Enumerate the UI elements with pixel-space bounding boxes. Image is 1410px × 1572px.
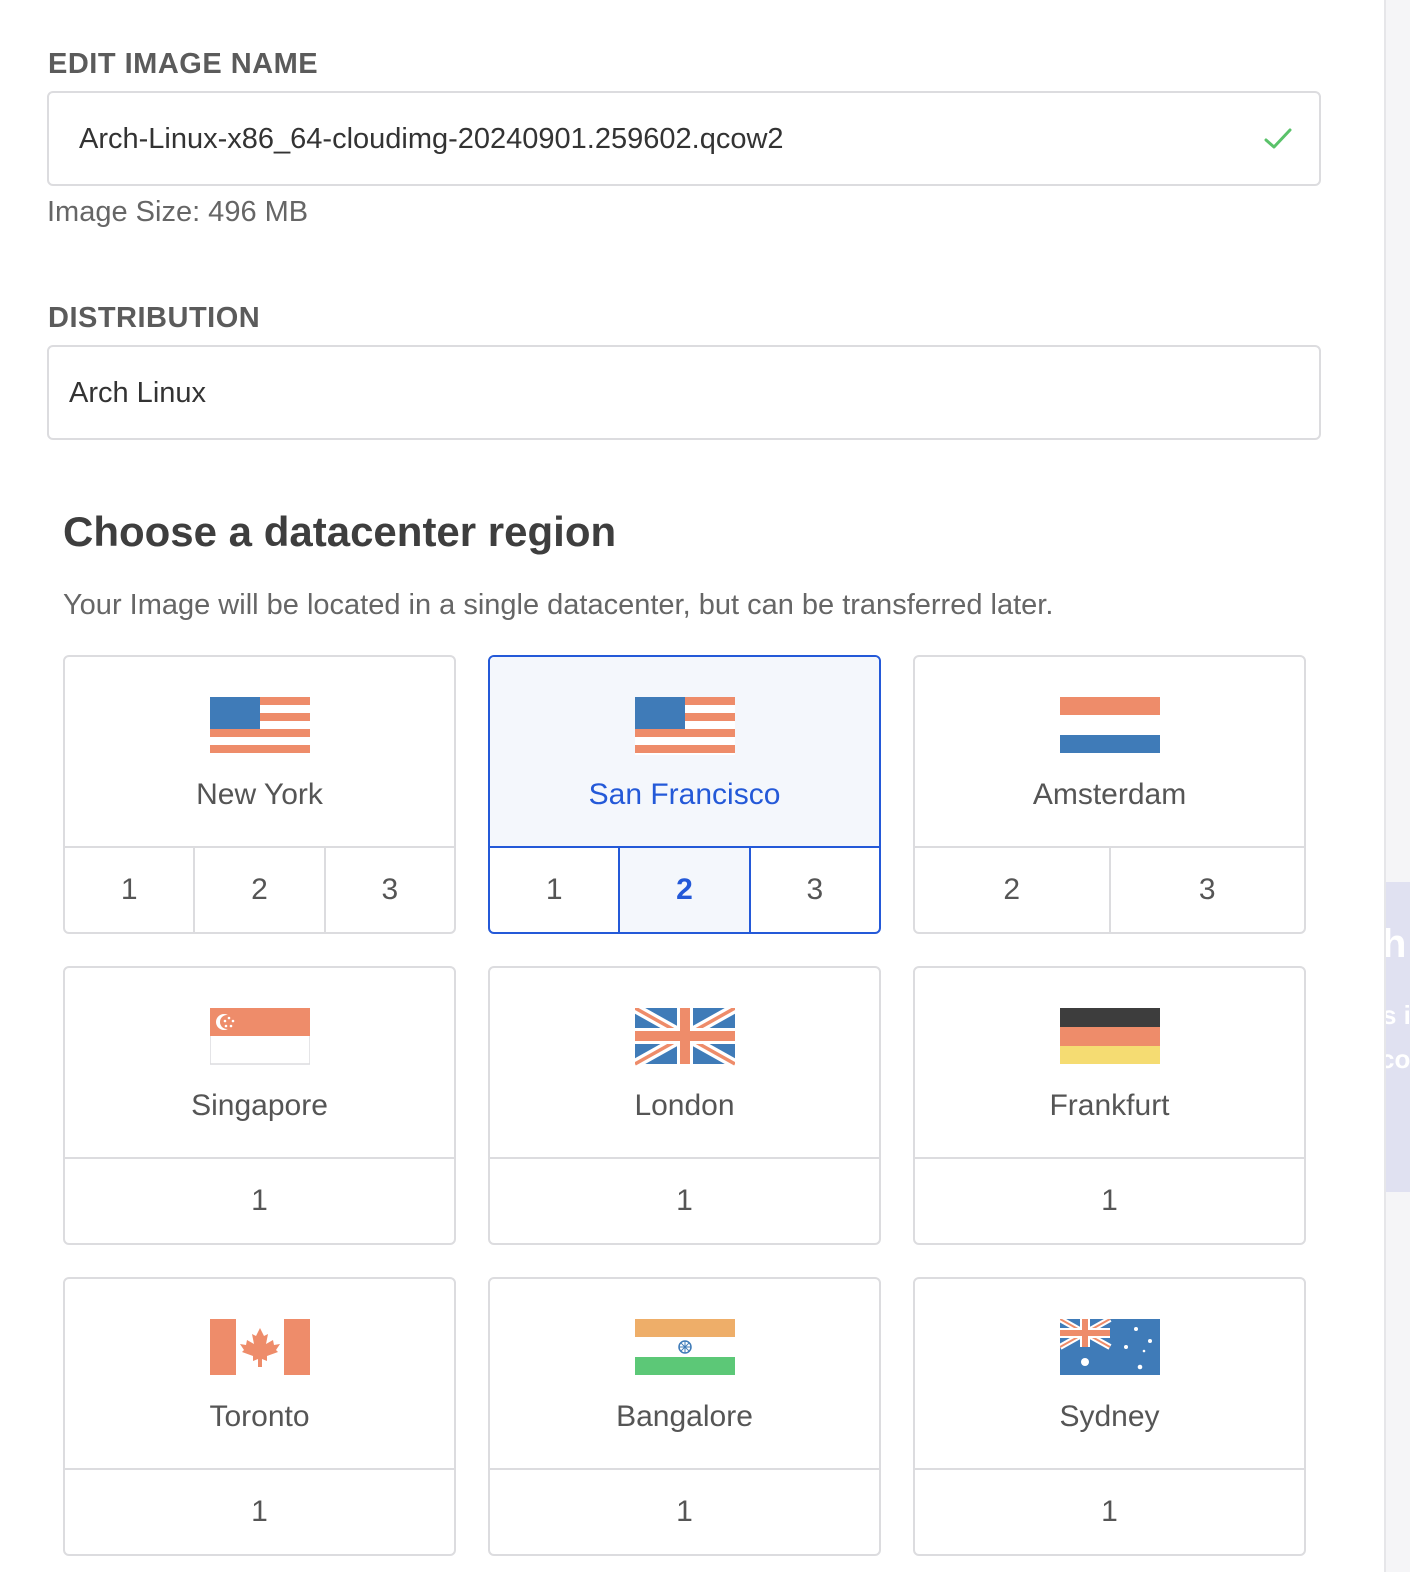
image-size-hint: Image Size: 496 MB (47, 196, 309, 228)
germany-flag-icon (1059, 1008, 1160, 1066)
region-card-bangalore[interactable]: Bangalore 1 (488, 1277, 881, 1556)
region-card-toronto[interactable]: Toronto 1 (63, 1277, 456, 1556)
uk-flag-icon (634, 1008, 735, 1066)
datacenter-option-bangalore-1[interactable]: 1 (490, 1470, 879, 1554)
region-header[interactable]: Sydney (915, 1279, 1304, 1468)
region-name: London (634, 1089, 735, 1122)
australia-flag-icon (1059, 1319, 1160, 1377)
datacenter-options: 1 (915, 1468, 1304, 1554)
region-name: New York (196, 778, 323, 811)
singapore-flag-icon (209, 1008, 310, 1066)
region-header[interactable]: Amsterdam (915, 657, 1304, 846)
image-name-input[interactable] (77, 93, 1221, 186)
distribution-input[interactable] (67, 347, 1271, 440)
datacenter-option-london-1[interactable]: 1 (490, 1159, 879, 1243)
region-header[interactable]: Toronto (65, 1279, 454, 1468)
region-card-frankfurt[interactable]: Frankfurt 1 (913, 966, 1306, 1245)
datacenter-option-new-york-1[interactable]: 1 (65, 848, 193, 932)
datacenter-options: 1 (65, 1157, 454, 1243)
datacenter-option-toronto-1[interactable]: 1 (65, 1470, 454, 1554)
datacenter-option-new-york-2[interactable]: 2 (193, 848, 323, 932)
usa-flag-icon (209, 697, 310, 755)
usa-flag-icon (634, 697, 735, 755)
region-card-amsterdam[interactable]: Amsterdam 2 3 (913, 655, 1306, 934)
region-card-new-york[interactable]: New York 1 2 3 (63, 655, 456, 934)
region-header[interactable]: New York (65, 657, 454, 846)
datacenter-options: 1 (65, 1468, 454, 1554)
region-header[interactable]: Bangalore (490, 1279, 879, 1468)
region-header[interactable]: Singapore (65, 968, 454, 1157)
region-card-singapore[interactable]: Singapore 1 (63, 966, 456, 1245)
scrollbar-track[interactable] (1384, 0, 1410, 1572)
region-header[interactable]: San Francisco (490, 657, 879, 846)
region-name: Frankfurt (1049, 1089, 1170, 1122)
datacenter-option-sydney-1[interactable]: 1 (915, 1470, 1304, 1554)
region-card-san-francisco[interactable]: San Francisco 1 2 3 (488, 655, 881, 934)
region-name: Singapore (191, 1089, 328, 1122)
datacenter-option-amsterdam-2[interactable]: 2 (915, 848, 1109, 932)
section-subtitle: Your Image will be located in a single d… (63, 589, 1054, 621)
region-card-sydney[interactable]: Sydney 1 (913, 1277, 1306, 1556)
region-name: Sydney (1059, 1400, 1160, 1433)
distribution-label: DISTRIBUTION (48, 302, 261, 334)
datacenter-options: 123 (65, 846, 454, 932)
region-name: Toronto (209, 1400, 310, 1433)
datacenter-option-new-york-3[interactable]: 3 (323, 848, 454, 932)
datacenter-option-san-francisco-1[interactable]: 1 (490, 848, 618, 932)
region-name: Bangalore (616, 1400, 753, 1433)
region-header[interactable]: Frankfurt (915, 968, 1304, 1157)
region-name: San Francisco (588, 778, 781, 811)
region-card-london[interactable]: London 1 (488, 966, 881, 1245)
netherlands-flag-icon (1059, 697, 1160, 755)
datacenter-option-frankfurt-1[interactable]: 1 (915, 1159, 1304, 1243)
india-flag-icon (634, 1319, 735, 1377)
region-name: Amsterdam (1032, 778, 1187, 811)
datacenter-options: 23 (915, 846, 1304, 932)
datacenter-options: 1 (490, 1468, 879, 1554)
datacenter-option-amsterdam-3[interactable]: 3 (1108, 848, 1305, 932)
canada-flag-icon (209, 1319, 310, 1377)
image-name-label: EDIT IMAGE NAME (48, 48, 319, 80)
region-header[interactable]: London (490, 968, 879, 1157)
datacenter-options: 1 (490, 1157, 879, 1243)
distribution-field[interactable] (47, 345, 1321, 440)
datacenter-option-san-francisco-2[interactable]: 2 (618, 848, 749, 932)
datacenter-option-san-francisco-3[interactable]: 3 (748, 848, 879, 932)
datacenter-options: 123 (490, 846, 879, 932)
image-name-field[interactable] (47, 91, 1321, 186)
check-icon (1264, 128, 1292, 149)
datacenter-options: 1 (915, 1157, 1304, 1243)
section-title: Choose a datacenter region (63, 508, 617, 555)
datacenter-option-singapore-1[interactable]: 1 (65, 1159, 454, 1243)
side-panel-edge: h s i co (1386, 882, 1410, 1192)
